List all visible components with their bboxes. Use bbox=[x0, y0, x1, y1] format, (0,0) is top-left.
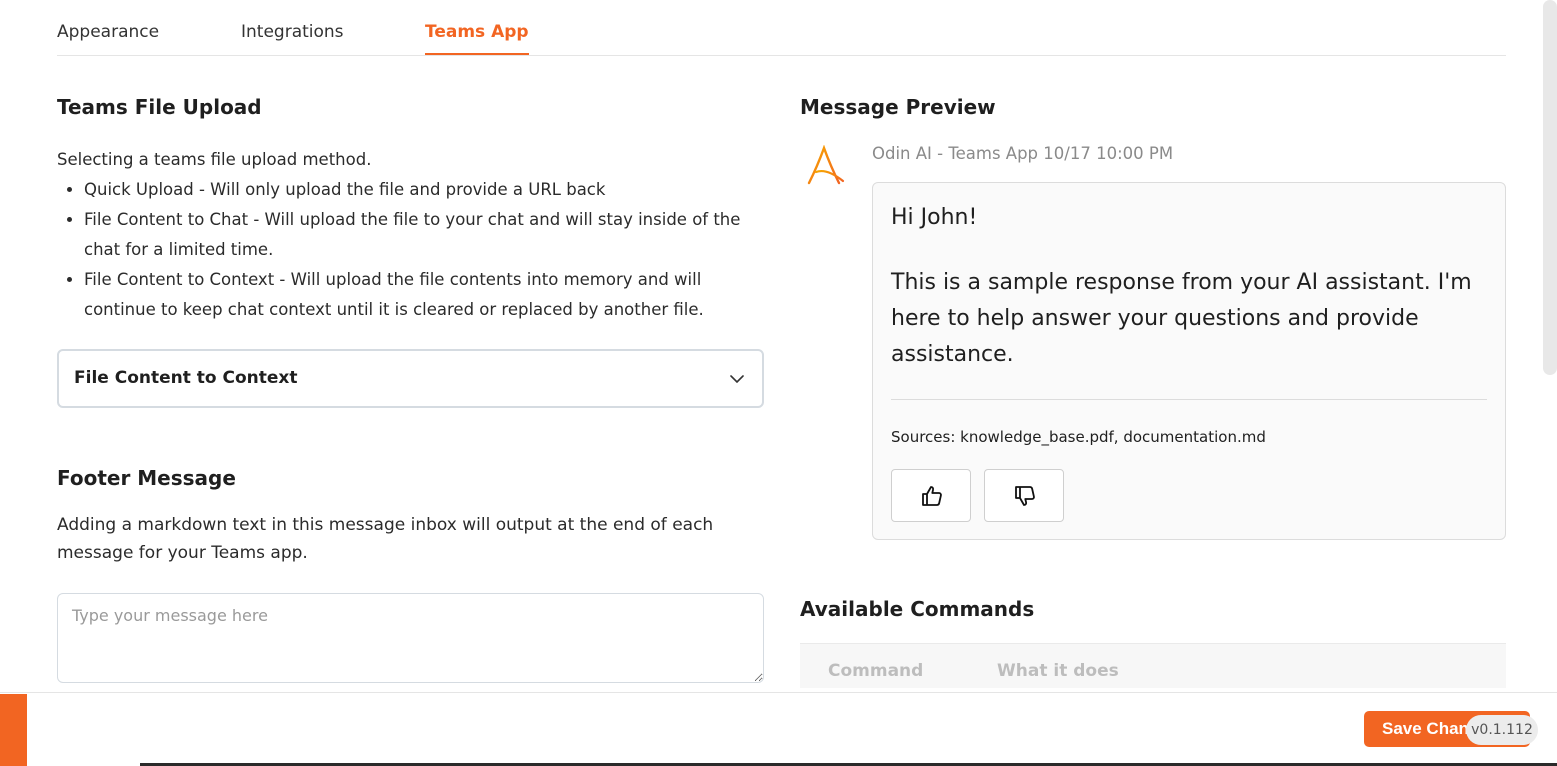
column-header-command: Command bbox=[828, 661, 924, 681]
chevron-down-icon bbox=[730, 375, 744, 383]
scrollbar-thumb[interactable] bbox=[1543, 0, 1557, 375]
file-upload-title: Teams File Upload bbox=[57, 95, 262, 119]
list-item: File Content to Chat - Will upload the f… bbox=[84, 205, 767, 265]
upload-method-value: File Content to Context bbox=[74, 368, 298, 388]
footer-message-title: Footer Message bbox=[57, 466, 236, 490]
list-item: File Content to Context - Will upload th… bbox=[84, 265, 767, 325]
version-badge: v0.1.112 bbox=[1466, 715, 1538, 745]
footer-message-input[interactable] bbox=[57, 593, 764, 683]
odin-logo-icon bbox=[807, 145, 845, 185]
thumbs-down-button[interactable] bbox=[984, 469, 1064, 522]
tab-appearance[interactable]: Appearance bbox=[57, 22, 159, 55]
thumbs-up-button[interactable] bbox=[891, 469, 971, 522]
upload-method-select[interactable]: File Content to Context bbox=[57, 349, 764, 408]
list-item: Quick Upload - Will only upload the file… bbox=[84, 175, 767, 205]
tab-teams-app[interactable]: Teams App bbox=[425, 22, 529, 55]
column-header-description: What it does bbox=[997, 661, 1119, 681]
message-sender-meta: Odin AI - Teams App 10/17 10:00 PM bbox=[872, 144, 1174, 163]
preview-body: This is a sample response from your AI a… bbox=[891, 270, 1472, 367]
preview-sources: Sources: knowledge_base.pdf, documentati… bbox=[891, 428, 1266, 446]
bottom-action-bar bbox=[0, 692, 1557, 766]
file-upload-intro: Selecting a teams file upload method. bbox=[57, 150, 372, 169]
preview-greeting: Hi John! bbox=[891, 205, 978, 230]
commands-table-header: Command What it does bbox=[800, 643, 1506, 688]
card-divider bbox=[891, 399, 1487, 400]
settings-tabs: Appearance Integrations Teams App bbox=[57, 0, 1506, 56]
thumbs-up-icon bbox=[922, 486, 942, 506]
footer-message-description: Adding a markdown text in this message i… bbox=[57, 515, 714, 563]
message-preview-card: Hi John! This is a sample response from … bbox=[872, 182, 1506, 540]
thumbs-down-icon bbox=[1015, 486, 1035, 506]
file-upload-description: Selecting a teams file upload method. Qu… bbox=[57, 145, 767, 325]
sidebar-accent-strip bbox=[0, 694, 27, 766]
message-preview-title: Message Preview bbox=[800, 95, 996, 119]
upload-options-list: Quick Upload - Will only upload the file… bbox=[84, 175, 767, 325]
tab-integrations[interactable]: Integrations bbox=[241, 22, 344, 55]
available-commands-title: Available Commands bbox=[800, 597, 1035, 621]
